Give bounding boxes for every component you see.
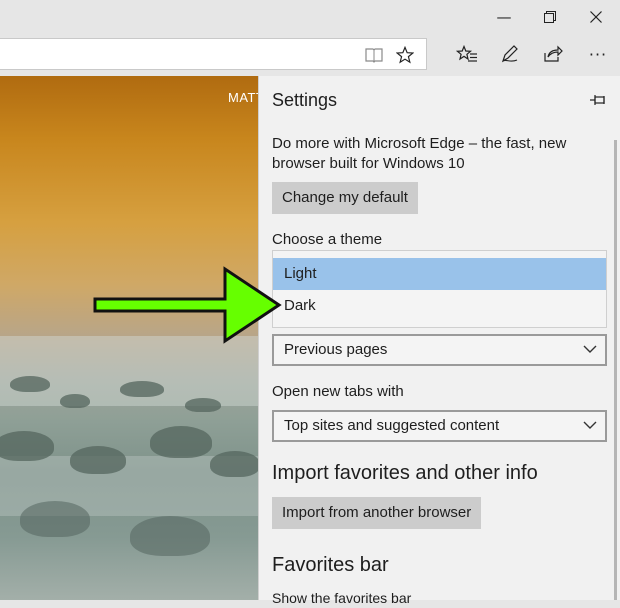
more-button[interactable]: ··· (583, 40, 613, 68)
chevron-down-icon (583, 421, 597, 429)
new-tabs-select[interactable]: Top sites and suggested content (272, 410, 607, 442)
add-favorite-button[interactable] (393, 43, 417, 67)
import-button[interactable]: Import from another browser (272, 497, 482, 529)
minimize-button[interactable]: — (481, 0, 527, 34)
new-tabs-label: Open new tabs with (272, 383, 404, 400)
settings-scrollbar[interactable] (614, 140, 617, 600)
close-button[interactable] (573, 0, 619, 34)
favorites-bar-heading: Favorites bar (272, 554, 389, 576)
open-with-value: Previous pages (284, 341, 388, 358)
edge-promo-text: Do more with Microsoft Edge – the fast, … (272, 135, 567, 172)
theme-label: Choose a theme (272, 231, 383, 248)
theme-option-light[interactable]: Light (273, 258, 606, 290)
star-icon (396, 46, 414, 64)
theme-dropdown-list[interactable]: Light Dark (272, 250, 607, 328)
favorites-hub-icon (456, 45, 477, 62)
import-heading: Import favorites and other info (272, 462, 538, 484)
chevron-down-icon (583, 345, 597, 353)
more-icon: ··· (588, 44, 608, 64)
minimize-icon: — (496, 8, 512, 26)
show-favorites-bar-label: Show the favorites bar (272, 590, 412, 606)
pen-icon (501, 45, 518, 63)
theme-option-dark[interactable]: Dark (273, 290, 606, 322)
hub-button[interactable] (452, 40, 482, 68)
annotation-arrow (93, 266, 282, 344)
web-note-button[interactable] (495, 40, 525, 68)
share-button[interactable] (538, 40, 568, 68)
new-tabs-value: Top sites and suggested content (284, 417, 500, 434)
close-icon (590, 11, 602, 23)
open-with-select[interactable]: Previous pages (272, 334, 607, 366)
book-icon (365, 48, 383, 63)
change-default-button[interactable]: Change my default (272, 182, 418, 214)
title-bar: — (0, 0, 620, 36)
address-bar[interactable] (0, 38, 427, 70)
settings-panel: Settings Do more with Microsoft Edge – t… (258, 76, 620, 606)
settings-title: Settings (272, 90, 338, 110)
restore-button[interactable] (527, 0, 573, 34)
restore-icon (544, 11, 556, 23)
pin-button[interactable] (589, 92, 607, 108)
share-icon (544, 45, 563, 62)
navigation-bar (0, 36, 620, 76)
pin-icon (590, 95, 605, 105)
reading-view-button[interactable] (362, 43, 386, 67)
